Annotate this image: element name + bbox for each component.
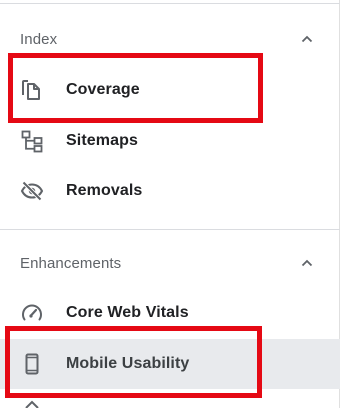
smartphone-icon bbox=[20, 352, 44, 376]
nav-item-mobile-usability[interactable]: Mobile Usability bbox=[0, 339, 340, 389]
nav-item-label: Mobile Usability bbox=[66, 355, 190, 372]
nav-item-coverage[interactable]: Coverage bbox=[0, 65, 340, 115]
nav-item-removals[interactable]: Removals bbox=[0, 166, 340, 216]
nav-item-label: Removals bbox=[66, 182, 143, 199]
navigation-sidebar: Index Coverage Sitemaps Removals Enhance… bbox=[0, 0, 340, 408]
enhancements-section-header[interactable]: Enhancements bbox=[0, 240, 340, 286]
next-item-icon bbox=[24, 400, 40, 408]
nav-item-label: Core Web Vitals bbox=[66, 304, 189, 321]
nav-item-sitemaps[interactable]: Sitemaps bbox=[0, 116, 340, 166]
section-divider bbox=[0, 229, 340, 230]
nav-item-label: Coverage bbox=[66, 81, 140, 98]
enhancements-section-title: Enhancements bbox=[20, 254, 122, 272]
section-divider bbox=[0, 3, 340, 4]
index-section-header[interactable]: Index bbox=[0, 16, 340, 62]
coverage-icon bbox=[20, 78, 44, 102]
speed-gauge-icon bbox=[20, 301, 44, 325]
chevron-up-icon[interactable] bbox=[298, 254, 316, 272]
nav-item-core-web-vitals[interactable]: Core Web Vitals bbox=[0, 288, 340, 338]
index-section-title: Index bbox=[20, 30, 58, 48]
visibility-off-icon bbox=[20, 179, 44, 203]
chevron-up-icon[interactable] bbox=[298, 30, 316, 48]
sitemap-icon bbox=[20, 129, 44, 153]
nav-item-label: Sitemaps bbox=[66, 132, 138, 149]
